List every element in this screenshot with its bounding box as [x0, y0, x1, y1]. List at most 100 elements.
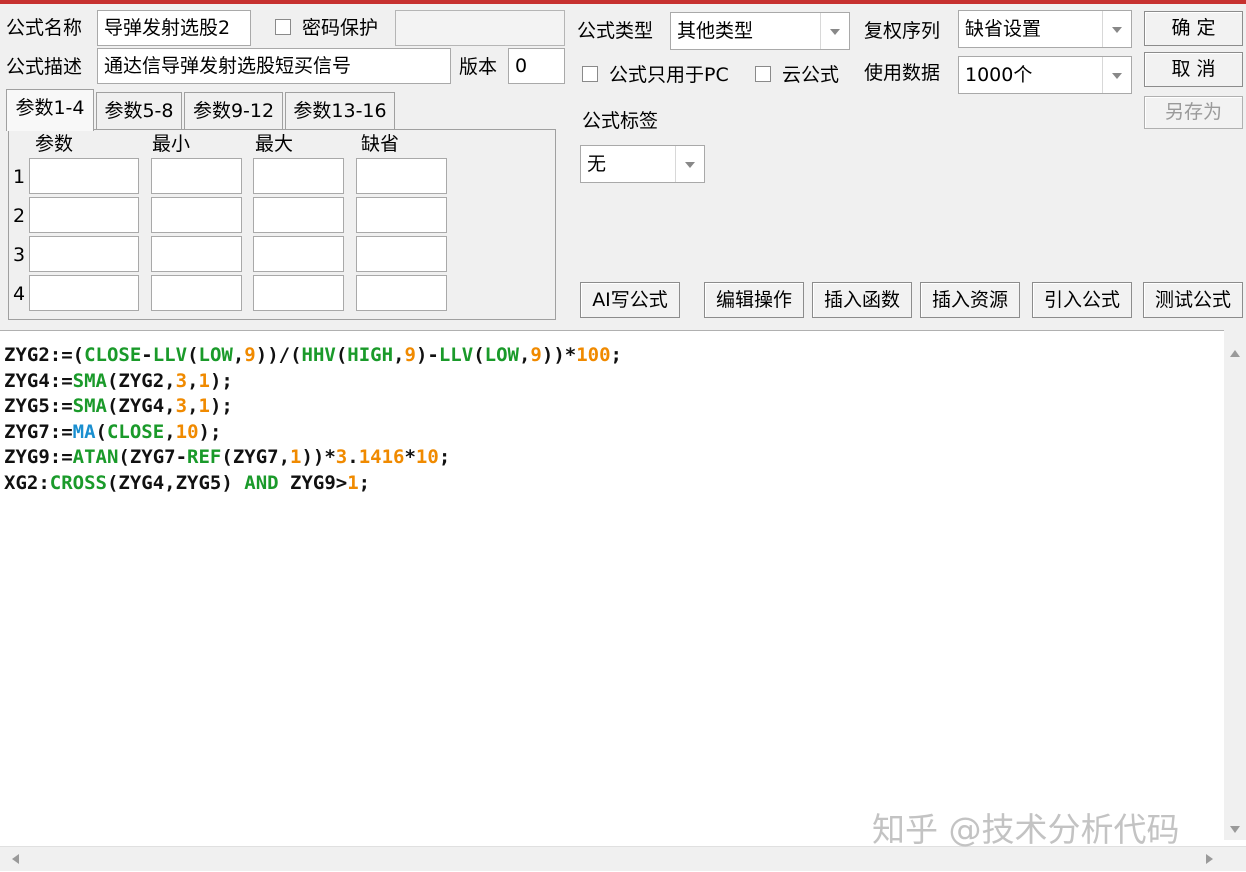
param-2-max-input[interactable]: [253, 197, 344, 233]
data-count-label: 使用数据: [864, 62, 941, 84]
code-token: ;: [358, 471, 371, 494]
param-row-label: 3: [13, 244, 26, 266]
code-token: AND: [244, 471, 279, 494]
code-token: LOW: [484, 344, 519, 366]
code-token: 3: [175, 395, 188, 418]
param-3-default-input[interactable]: [356, 236, 447, 272]
adjust-series-label: 复权序列: [864, 20, 941, 42]
param-1-name-input[interactable]: [29, 158, 139, 194]
tab-params-13-16[interactable]: 参数13-16: [285, 92, 395, 130]
code-token: 9: [404, 344, 416, 366]
pc-only-checkbox[interactable]: [582, 66, 598, 82]
vertical-scrollbar[interactable]: [1224, 330, 1246, 840]
password-input[interactable]: [395, 10, 565, 46]
insert-resource-button[interactable]: 插入资源: [920, 282, 1020, 318]
code-token: ,: [164, 420, 176, 443]
params-panel: 参数 最小 最大 缺省 1 2 3 4: [8, 129, 556, 320]
code-line: ZYG2:=(CLOSE-LLV(LOW,9))/(HHV(HIGH,9)-LL…: [4, 343, 622, 369]
tab-params-5-8[interactable]: 参数5-8: [96, 92, 182, 130]
code-token: .: [347, 446, 359, 469]
code-token: 10: [415, 446, 439, 469]
ok-button[interactable]: 确 定: [1144, 11, 1243, 46]
formula-desc-input[interactable]: 通达信导弹发射选股短买信号: [97, 48, 451, 84]
code-token: 3: [335, 446, 348, 469]
code-line: ZYG7:=MA(CLOSE,10);: [4, 420, 622, 446]
code-token: CROSS: [49, 471, 107, 494]
version-input[interactable]: 0: [508, 48, 565, 84]
adjust-series-value: 缺省设置: [965, 18, 1042, 40]
code-token: (ZYG4,: [106, 395, 176, 418]
formula-name-label: 公式名称: [6, 17, 83, 39]
code-token: 10: [175, 420, 199, 443]
code-token: ,: [232, 344, 245, 366]
formula-name-input[interactable]: 导弹发射选股2: [97, 10, 251, 46]
chevron-down-icon[interactable]: [1102, 57, 1131, 93]
code-token: ))*: [301, 446, 336, 469]
code-token: SMA: [72, 369, 107, 392]
tab-params-1-4[interactable]: 参数1-4: [6, 89, 94, 131]
param-2-name-input[interactable]: [29, 197, 139, 233]
watermark: 知乎 @技术分析代码: [872, 810, 1180, 849]
code-token: ))*: [541, 344, 577, 366]
scroll-right-icon[interactable]: [1206, 854, 1213, 864]
code-text[interactable]: ZYG2:=(CLOSE-LLV(LOW,9))/(HHV(HIGH,9)-LL…: [4, 343, 622, 497]
param-header-min: 最小: [152, 133, 191, 155]
insert-function-button[interactable]: 插入函数: [812, 282, 912, 318]
code-token: ZYG7:=: [4, 420, 73, 443]
code-token: ZYG9:=: [4, 446, 73, 469]
code-token: 9: [530, 344, 542, 366]
import-formula-button[interactable]: 引入公式: [1032, 282, 1132, 318]
data-count-value: 1000个: [965, 64, 1033, 86]
formula-type-select[interactable]: 其他类型: [670, 12, 850, 50]
param-1-default-input[interactable]: [356, 158, 447, 194]
code-token: REF: [187, 446, 222, 469]
code-token: 9: [244, 344, 256, 366]
adjust-series-select[interactable]: 缺省设置: [958, 10, 1132, 48]
param-3-min-input[interactable]: [151, 236, 242, 272]
code-token: -: [141, 344, 153, 366]
cloud-formula-checkbox[interactable]: [755, 66, 771, 82]
param-3-name-input[interactable]: [29, 236, 139, 272]
chevron-down-icon[interactable]: [820, 13, 849, 49]
code-token: XG2:: [4, 471, 50, 494]
password-checkbox[interactable]: [275, 19, 291, 35]
formula-tag-select[interactable]: 无: [580, 145, 705, 183]
code-token: (: [473, 344, 485, 366]
param-4-max-input[interactable]: [253, 275, 344, 311]
param-4-default-input[interactable]: [356, 275, 447, 311]
formula-tag-label: 公式标签: [582, 110, 659, 132]
code-token: ,: [393, 344, 405, 366]
cancel-button[interactable]: 取 消: [1144, 52, 1243, 87]
param-1-max-input[interactable]: [253, 158, 344, 194]
param-2-min-input[interactable]: [151, 197, 242, 233]
param-4-name-input[interactable]: [29, 275, 139, 311]
code-token: );: [198, 420, 222, 443]
code-editor[interactable]: ZYG2:=(CLOSE-LLV(LOW,9))/(HHV(HIGH,9)-LL…: [0, 330, 1246, 872]
version-label: 版本: [459, 56, 498, 78]
chevron-down-icon[interactable]: [675, 146, 704, 182]
test-formula-button[interactable]: 测试公式: [1143, 282, 1243, 318]
scroll-left-icon[interactable]: [12, 854, 19, 864]
code-token: (ZYG7-: [118, 446, 188, 469]
code-token: (: [335, 344, 348, 366]
scroll-up-icon[interactable]: [1230, 350, 1240, 357]
param-3-max-input[interactable]: [253, 236, 344, 272]
param-1-min-input[interactable]: [151, 158, 242, 194]
code-token: ,: [518, 344, 531, 366]
pc-only-label: 公式只用于PC: [609, 64, 729, 86]
code-token: 1: [347, 471, 359, 494]
param-4-min-input[interactable]: [151, 275, 242, 311]
ai-write-formula-button[interactable]: AI写公式: [580, 282, 680, 318]
save-as-button[interactable]: 另存为: [1144, 96, 1243, 129]
code-token: (ZYG4,ZYG5): [106, 471, 245, 494]
code-token: 100: [576, 344, 611, 366]
code-token: ZYG9>: [278, 471, 348, 494]
param-header-default: 缺省: [361, 133, 400, 155]
tab-params-9-12[interactable]: 参数9-12: [184, 92, 283, 130]
chevron-down-icon[interactable]: [1102, 11, 1131, 47]
scroll-down-icon[interactable]: [1230, 826, 1240, 833]
param-2-default-input[interactable]: [356, 197, 447, 233]
data-count-select[interactable]: 1000个: [958, 56, 1132, 94]
edit-operations-button[interactable]: 编辑操作: [704, 282, 804, 318]
code-token: )-: [415, 344, 439, 366]
